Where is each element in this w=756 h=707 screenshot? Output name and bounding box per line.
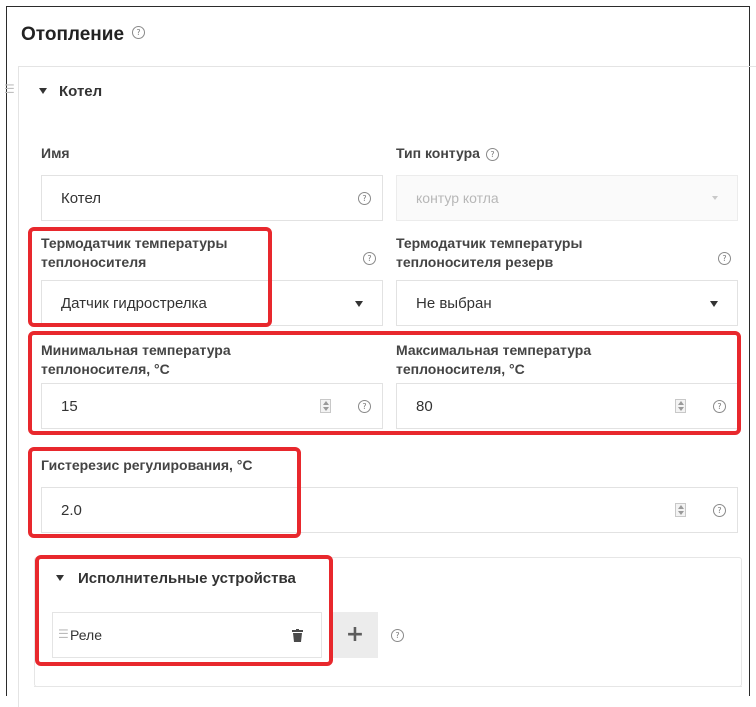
help-icon[interactable]: ? xyxy=(363,252,376,265)
max-temp-label: Максимальная температура теплоносителя, … xyxy=(396,341,591,379)
max-temp-label-line1: Максимальная температура xyxy=(396,342,592,358)
name-input-value: Котел xyxy=(61,190,102,207)
section-title-text: Отопление xyxy=(21,24,125,45)
hysteresis-label: Гистерезис регулирования, °C xyxy=(41,456,253,475)
circuit-type-value: контур котла xyxy=(416,190,499,206)
sensor-reserve-label-line1: Термодатчик температуры xyxy=(396,235,583,251)
circuit-type-label: Тип контура? xyxy=(396,144,499,163)
min-temp-value: 15 xyxy=(61,398,78,415)
help-icon[interactable]: ? xyxy=(485,147,499,161)
help-icon[interactable]: ? xyxy=(358,400,371,413)
hysteresis-input[interactable]: 2.0 ? xyxy=(41,487,738,533)
name-label-text: Имя xyxy=(41,145,70,161)
relay-name: Реле xyxy=(70,627,102,643)
help-icon[interactable]: ? xyxy=(391,629,404,642)
sensor-reserve-label-line2: теплоносителя резерв xyxy=(396,254,554,270)
hysteresis-value: 2.0 xyxy=(61,502,82,519)
hysteresis-label-text: Гистерезис регулирования, °C xyxy=(41,457,253,473)
sensor-select[interactable]: Датчик гидрострелка xyxy=(41,280,383,326)
boiler-header-label: Котел xyxy=(59,83,103,100)
trash-icon[interactable] xyxy=(292,629,303,642)
help-icon[interactable]: ? xyxy=(713,504,726,517)
chevron-down-icon xyxy=(355,301,363,307)
sensor-reserve-value: Не выбран xyxy=(416,295,492,312)
sensor-reserve-label: Термодатчик температуры теплоносителя ре… xyxy=(396,234,582,272)
section-title: Отопление? xyxy=(21,24,146,46)
divider xyxy=(34,686,742,687)
sensor-label-line2: теплоносителя xyxy=(41,254,147,270)
list-item[interactable]: ☰ Реле xyxy=(52,612,322,658)
actuators-collapse-header[interactable]: Исполнительные устройства xyxy=(56,570,296,587)
min-temp-label-line2: теплоносителя, °C xyxy=(41,361,170,377)
sensor-value: Датчик гидрострелка xyxy=(61,295,207,312)
spinner-icon[interactable] xyxy=(675,399,686,413)
min-temp-label: Минимальная температура теплоносителя, °… xyxy=(41,341,231,379)
drag-handle-icon[interactable]: ☰ xyxy=(4,82,15,96)
circuit-type-label-text: Тип контура xyxy=(396,145,480,161)
max-temp-label-line2: теплоносителя, °C xyxy=(396,361,525,377)
sensor-label: Термодатчик температуры теплоносителя xyxy=(41,234,227,272)
help-icon[interactable]: ? xyxy=(358,192,371,205)
max-temp-input[interactable]: 80 ? xyxy=(396,383,738,429)
min-temp-label-line1: Минимальная температура xyxy=(41,342,231,358)
actuators-header-label: Исполнительные устройства xyxy=(78,570,296,587)
drag-handle-icon[interactable]: ☰ xyxy=(58,627,69,641)
sensor-reserve-select[interactable]: Не выбран xyxy=(396,280,738,326)
add-actuator-button[interactable]: + xyxy=(332,612,378,658)
max-temp-value: 80 xyxy=(416,398,433,415)
min-temp-input[interactable]: 15 ? xyxy=(41,383,383,429)
name-label: Имя xyxy=(41,144,70,163)
caret-down-icon xyxy=(56,575,64,581)
spinner-icon[interactable] xyxy=(675,503,686,517)
chevron-down-icon xyxy=(712,196,718,200)
circuit-type-select: контур котла xyxy=(396,175,738,221)
caret-down-icon xyxy=(39,88,47,94)
spinner-icon[interactable] xyxy=(320,399,331,413)
name-input[interactable]: Котел ? xyxy=(41,175,383,221)
sensor-label-line1: Термодатчик температуры xyxy=(41,235,228,251)
help-icon[interactable]: ? xyxy=(132,26,146,40)
chevron-down-icon xyxy=(710,301,718,307)
help-icon[interactable]: ? xyxy=(713,400,726,413)
boiler-collapse-header[interactable]: Котел xyxy=(39,83,102,100)
help-icon[interactable]: ? xyxy=(718,252,731,265)
